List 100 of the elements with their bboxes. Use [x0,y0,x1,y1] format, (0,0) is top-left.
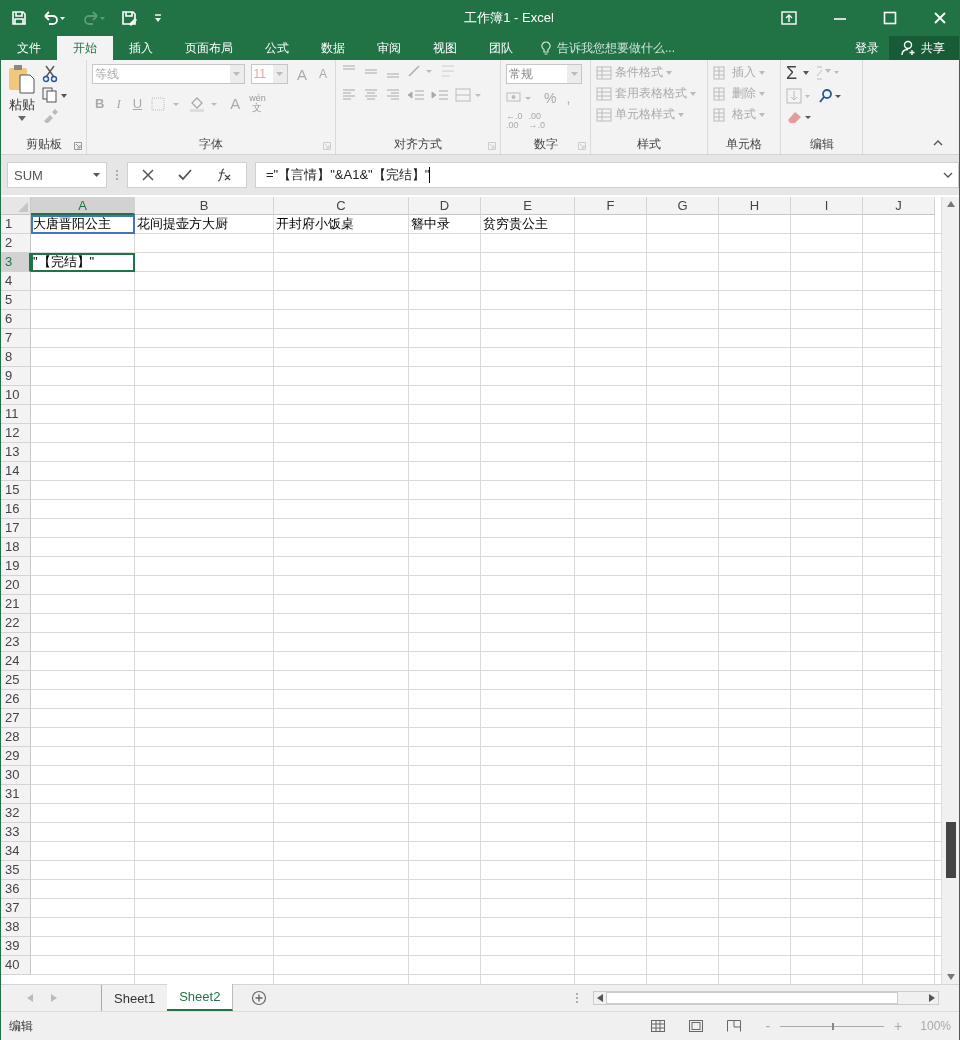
row-header[interactable]: 37 [1,899,31,918]
column-header[interactable]: D [409,197,481,215]
scroll-up-icon[interactable] [946,201,955,207]
customize-icon[interactable] [153,12,163,24]
row-header[interactable]: 28 [1,728,31,747]
row-header[interactable]: 12 [1,424,31,443]
orientation-icon[interactable] [407,64,435,78]
search-icon[interactable] [818,88,842,104]
row-header[interactable]: 3 [1,253,31,272]
scroll-thumb[interactable] [606,992,898,1004]
save-as-icon[interactable] [121,10,139,26]
maximize-icon[interactable] [883,11,897,25]
row-header[interactable]: 27 [1,709,31,728]
vertical-scrollbar[interactable] [941,197,959,984]
row-header[interactable]: 36 [1,880,31,899]
normal-view-icon[interactable] [651,1020,666,1032]
row-header[interactable]: 9 [1,367,31,386]
ribbon-tab[interactable]: 开始 [57,36,113,60]
row-header[interactable]: 25 [1,671,31,690]
row-header[interactable]: 21 [1,595,31,614]
row-header[interactable]: 22 [1,614,31,633]
dialog-launcher-icon[interactable] [74,142,82,150]
close-icon[interactable] [933,11,947,25]
row-header[interactable]: 40 [1,956,31,975]
save-icon[interactable] [11,10,27,26]
row-header[interactable]: 5 [1,291,31,310]
redo-icon[interactable] [81,10,107,26]
fill-down-icon[interactable] [786,88,812,104]
row-header[interactable]: 31 [1,785,31,804]
row-header[interactable]: 34 [1,842,31,861]
cancel-icon[interactable] [142,169,154,181]
merge-icon[interactable] [455,88,483,102]
dialog-launcher-icon[interactable] [323,142,331,150]
collapse-ribbon-icon[interactable] [933,140,943,146]
page-break-icon[interactable] [727,1020,742,1032]
previous-sheet-icon[interactable] [27,994,33,1002]
row-header[interactable]: 13 [1,443,31,462]
row-header[interactable]: 19 [1,557,31,576]
align-right-icon[interactable] [385,88,401,102]
row-header[interactable]: 26 [1,690,31,709]
sign-in-link[interactable]: 登录 [845,36,889,60]
column-header[interactable]: A [31,197,135,215]
ribbon-tab[interactable]: 数据 [305,36,361,60]
eraser-icon[interactable] [786,110,812,124]
row-header[interactable]: 1 [1,215,31,234]
column-header[interactable]: I [791,197,863,215]
row-header[interactable]: 7 [1,329,31,348]
name-box[interactable]: SUM [7,162,107,188]
column-header[interactable]: H [719,197,791,215]
share-button[interactable]: 共享 [889,36,959,60]
number-format-field[interactable]: 常规 [506,64,582,84]
add-sheet-icon[interactable] [251,990,268,1006]
scroll-right-icon[interactable] [929,994,935,1002]
undo-icon[interactable] [41,10,67,26]
row-header[interactable]: 20 [1,576,31,595]
row-header[interactable]: 14 [1,462,31,481]
row-header[interactable]: 16 [1,500,31,519]
paste-button[interactable]: 粘贴 [6,64,38,134]
row-header[interactable]: 38 [1,918,31,937]
row-header[interactable]: 6 [1,310,31,329]
row-header[interactable]: 24 [1,652,31,671]
ribbon-tab[interactable]: 审阅 [361,36,417,60]
ribbon-tab[interactable]: 公式 [249,36,305,60]
column-header[interactable]: J [863,197,935,215]
column-header[interactable]: C [274,197,409,215]
ribbon-display-icon[interactable] [781,11,797,25]
formula-field[interactable]: ="【言情】"&A1&"【完结】" [255,162,959,188]
row-header[interactable]: 2 [1,234,31,253]
row-header[interactable]: 8 [1,348,31,367]
column-header[interactable]: B [135,197,274,215]
row-header[interactable]: 4 [1,272,31,291]
align-center-icon[interactable] [363,88,379,102]
row-header[interactable]: 33 [1,823,31,842]
row-header[interactable]: 17 [1,519,31,538]
row-header[interactable]: 35 [1,861,31,880]
row-header[interactable]: 30 [1,766,31,785]
ribbon-tab[interactable]: 文件 [1,36,57,60]
expand-icon[interactable] [943,172,953,178]
select-all-icon[interactable] [18,202,28,212]
ribbon-tab[interactable]: 团队 [473,36,529,60]
column-header[interactable]: G [647,197,719,215]
row-header[interactable]: 10 [1,386,31,405]
sheet-tab[interactable]: Sheet2 [167,984,234,1011]
row-header[interactable]: 11 [1,405,31,424]
scroll-thumb[interactable] [945,822,956,878]
scroll-down-icon[interactable] [946,974,955,980]
dialog-launcher-icon[interactable] [488,142,496,150]
tell-me-search[interactable]: 告诉我您想要做什么... [541,36,845,60]
next-sheet-icon[interactable] [51,994,57,1002]
horizontal-scrollbar[interactable] [593,991,939,1005]
column-header[interactable]: F [575,197,647,215]
dialog-launcher-icon[interactable] [578,142,586,150]
check-icon[interactable] [178,169,192,181]
row-header[interactable]: 29 [1,747,31,766]
insert-function-icon[interactable] [216,168,232,182]
row-header[interactable]: 15 [1,481,31,500]
ribbon-tab[interactable]: 插入 [113,36,169,60]
sort-filter-icon[interactable] [815,65,842,81]
decrease-indent-icon[interactable] [407,88,425,102]
ribbon-tab[interactable]: 页面布局 [169,36,249,60]
